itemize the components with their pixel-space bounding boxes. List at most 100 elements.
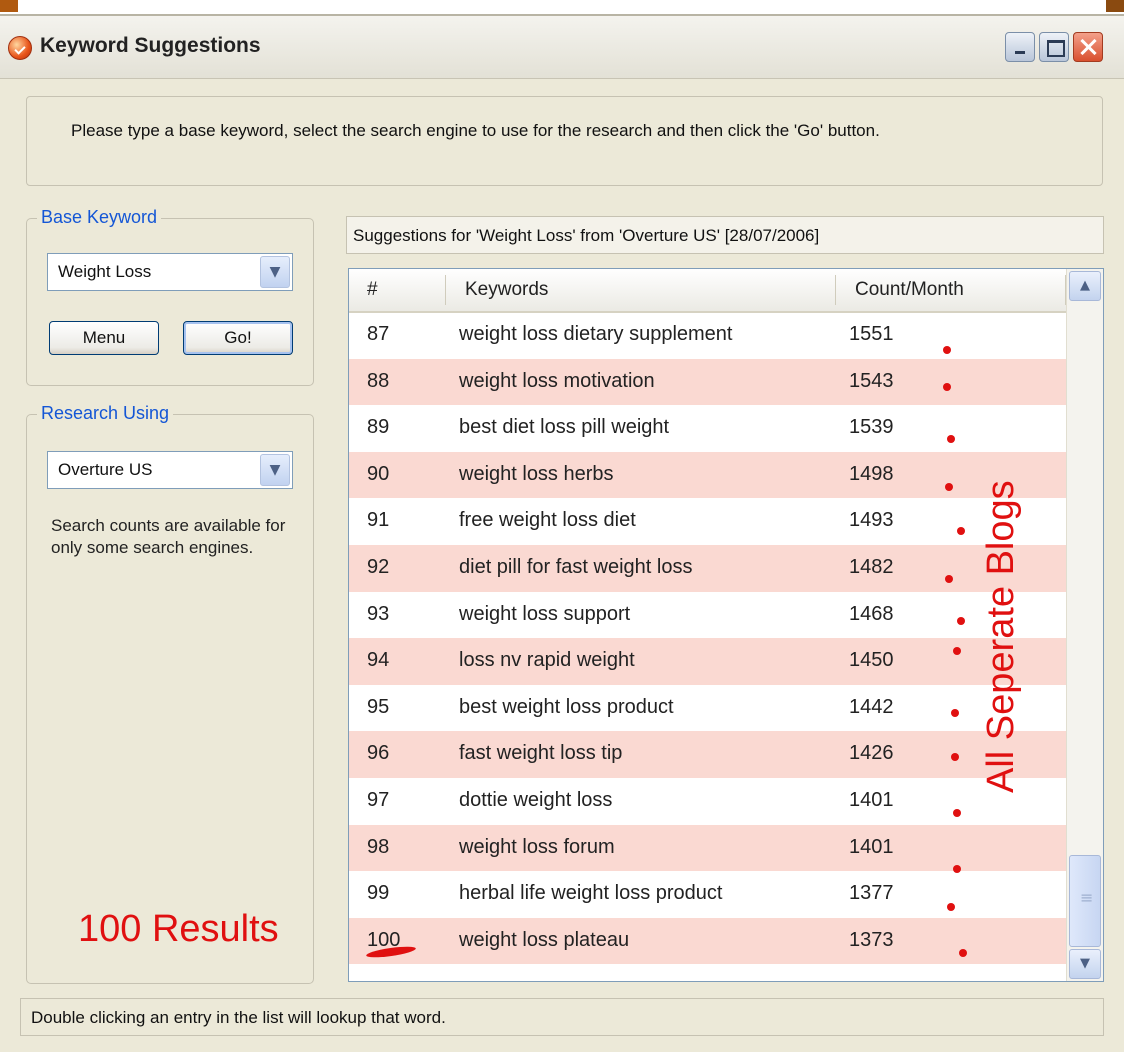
chevron-down-icon[interactable]: ▼ [260, 454, 290, 486]
row-count: 1442 [849, 695, 894, 718]
row-count: 1401 [849, 835, 894, 858]
annotation-dot [953, 809, 961, 817]
table-row[interactable]: 99 herbal life weight loss product 1377 [349, 871, 1067, 918]
status-bar: Double clicking an entry in the list wil… [20, 998, 1104, 1036]
row-number: 96 [367, 742, 390, 765]
row-number: 95 [367, 695, 390, 718]
table-row[interactable]: 89 best diet loss pill weight 1539 [349, 405, 1067, 452]
column-header-keywords[interactable]: Keywords [465, 279, 548, 301]
blogs-annotation: All Seperate Blogs [980, 480, 1022, 793]
annotation-dot [951, 753, 959, 761]
annotation-dot [953, 865, 961, 873]
top-strip [0, 0, 1124, 14]
scroll-up-icon[interactable]: ▲ [1069, 271, 1101, 301]
list-header: # Keywords Count/Month [349, 269, 1067, 313]
annotation-dot [945, 483, 953, 491]
row-keyword: best diet loss pill weight [459, 416, 670, 439]
background-edge-left [0, 0, 18, 12]
maximize-button[interactable] [1039, 32, 1069, 62]
annotation-dot [959, 949, 967, 957]
annotation-dot [943, 383, 951, 391]
suggestions-header-text: Suggestions for 'Weight Loss' from 'Over… [353, 226, 820, 245]
row-count: 1468 [849, 602, 894, 625]
row-count: 1493 [849, 509, 894, 532]
title-bar[interactable]: Keyword Suggestions [0, 16, 1124, 79]
row-number: 88 [367, 369, 390, 392]
column-header-count[interactable]: Count/Month [855, 279, 964, 301]
row-keyword: free weight loss diet [459, 509, 636, 532]
scroll-thumb[interactable] [1069, 855, 1101, 947]
row-keyword: dottie weight loss [459, 788, 613, 811]
row-count: 1450 [849, 649, 894, 672]
annotation-dot [947, 435, 955, 443]
row-number: 87 [367, 323, 390, 345]
vertical-scrollbar[interactable]: ▲ ▼ [1066, 269, 1103, 981]
row-count: 1373 [849, 928, 894, 951]
row-count: 1377 [849, 882, 894, 905]
row-keyword: weight loss support [459, 602, 631, 625]
annotation-dot [957, 527, 965, 535]
results-annotation: 100 Results [78, 908, 279, 950]
annotation-dot [951, 709, 959, 717]
row-count: 1551 [849, 323, 894, 345]
base-keyword-value[interactable]: Weight Loss [58, 262, 151, 282]
base-keyword-group: Base Keyword Weight Loss ▼ Menu Go! [26, 207, 314, 386]
base-keyword-combo[interactable]: Weight Loss ▼ [47, 253, 293, 291]
chevron-down-icon[interactable]: ▼ [260, 256, 290, 288]
research-using-legend: Research Using [37, 403, 174, 424]
search-counts-help: Search counts are available for only som… [51, 516, 286, 557]
row-count: 1539 [849, 416, 894, 439]
annotation-dot [945, 575, 953, 583]
instructions-panel: Please type a base keyword, select the s… [26, 96, 1103, 186]
row-keyword: fast weight loss tip [459, 742, 623, 765]
row-count: 1498 [849, 462, 894, 485]
row-keyword: weight loss herbs [459, 462, 614, 485]
keyword-suggestions-window: Keyword Suggestions Please type a base k… [0, 14, 1124, 1052]
row-keyword: herbal life weight loss product [459, 882, 723, 905]
table-row[interactable]: 88 weight loss motivation 1543 [349, 358, 1067, 406]
table-row[interactable]: 90 weight loss herbs 1498 [349, 451, 1067, 499]
table-row[interactable]: 95 best weight loss product 1442 [349, 685, 1067, 732]
row-number: 93 [367, 602, 390, 625]
annotation-dot [943, 346, 951, 354]
table-row[interactable]: 92 diet pill for fast weight loss 1482 [349, 544, 1067, 592]
table-row[interactable]: 96 fast weight loss tip 1426 [349, 731, 1067, 778]
column-divider[interactable] [835, 275, 836, 305]
table-row[interactable]: 100 weight loss plateau 1373 [349, 917, 1067, 965]
suggestions-header: Suggestions for 'Weight Loss' from 'Over… [346, 216, 1104, 254]
search-engine-combo[interactable]: Overture US ▼ [47, 451, 293, 489]
row-number: 94 [367, 649, 390, 672]
scroll-down-icon[interactable]: ▼ [1069, 949, 1101, 979]
row-keyword: diet pill for fast weight loss [459, 555, 693, 578]
row-count: 1426 [849, 742, 894, 765]
base-keyword-legend: Base Keyword [37, 207, 162, 228]
row-count: 1401 [849, 788, 894, 811]
go-button[interactable]: Go! [183, 321, 293, 355]
table-row[interactable]: 87 weight loss dietary supplement 1551 [349, 312, 1067, 359]
status-text: Double clicking an entry in the list wil… [31, 1008, 446, 1027]
app-icon[interactable] [8, 36, 32, 60]
annotation-dot [947, 903, 955, 911]
row-number: 91 [367, 509, 390, 532]
table-row[interactable]: 93 weight loss support 1468 [349, 592, 1067, 639]
column-header-number[interactable]: # [367, 279, 378, 301]
annotation-dot [953, 647, 961, 655]
minimize-button[interactable] [1005, 32, 1035, 62]
row-number: 98 [367, 835, 390, 858]
row-keyword: weight loss motivation [459, 369, 655, 392]
table-row[interactable]: 94 loss nv rapid weight 1450 [349, 638, 1067, 685]
instructions-text: Please type a base keyword, select the s… [71, 121, 880, 140]
close-button[interactable] [1073, 32, 1103, 62]
row-number: 89 [367, 416, 390, 439]
row-keyword: weight loss plateau [459, 928, 630, 951]
row-keyword: loss nv rapid weight [459, 649, 635, 672]
table-row[interactable]: 98 weight loss forum 1401 [349, 824, 1067, 872]
column-divider[interactable] [445, 275, 446, 305]
table-row[interactable]: 97 dottie weight loss 1401 [349, 778, 1067, 825]
row-count: 1482 [849, 555, 894, 578]
search-engine-value[interactable]: Overture US [58, 460, 152, 480]
annotation-dot [957, 617, 965, 625]
row-keyword: weight loss forum [459, 835, 615, 858]
table-row[interactable]: 91 free weight loss diet 1493 [349, 498, 1067, 545]
menu-button[interactable]: Menu [49, 321, 159, 355]
